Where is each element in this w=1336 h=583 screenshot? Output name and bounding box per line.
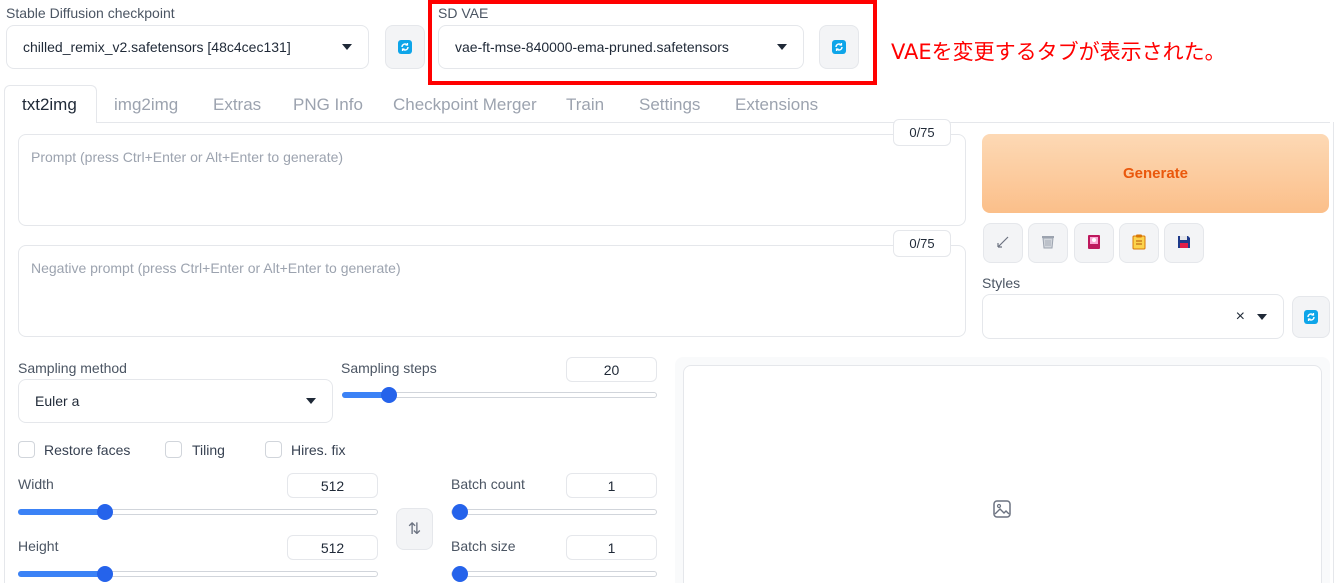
height-slider[interactable] <box>18 566 378 582</box>
hires-fix-checkbox[interactable] <box>265 441 282 458</box>
styles-label: Styles <box>982 275 1021 291</box>
refresh-icon <box>398 40 412 54</box>
height-label: Height <box>18 538 59 554</box>
prompt-token-counter: 0/75 <box>893 119 951 146</box>
sampling-steps-label: Sampling steps <box>341 360 437 376</box>
batch-size-slider[interactable] <box>451 566 657 582</box>
sampling-steps-input[interactable]: 20 <box>566 357 657 382</box>
generate-button[interactable]: Generate <box>982 134 1329 213</box>
image-placeholder-icon <box>992 499 1012 522</box>
checkpoint-refresh-button[interactable] <box>385 25 425 69</box>
trash-button[interactable] <box>1028 223 1068 263</box>
sampling-method-value: Euler a <box>35 393 80 409</box>
swap-dimensions-button[interactable]: ⇅ <box>396 508 433 550</box>
tab-img2img[interactable]: img2img <box>114 95 178 115</box>
arrow-diagonal-icon <box>995 234 1011 253</box>
restore-faces-label: Restore faces <box>44 442 131 458</box>
batch-count-slider[interactable] <box>451 504 657 520</box>
batch-size-input[interactable]: 1 <box>566 535 657 560</box>
floppy-disk-icon <box>1175 233 1193 254</box>
save-style-button[interactable] <box>1164 223 1204 263</box>
width-slider[interactable] <box>18 504 378 520</box>
styles-refresh-button[interactable] <box>1292 296 1330 338</box>
sampling-steps-slider[interactable] <box>342 387 657 403</box>
annotation-text: VAEを変更するタブが表示された。 <box>891 40 1226 64</box>
extra-networks-button[interactable] <box>1074 223 1114 263</box>
negative-prompt-input[interactable]: Negative prompt (press Ctrl+Enter or Alt… <box>18 245 966 337</box>
hires-fix-label: Hires. fix <box>291 442 346 458</box>
prompt-input[interactable]: Prompt (press Ctrl+Enter or Alt+Enter to… <box>18 134 966 226</box>
sampling-method-dropdown[interactable]: Euler a <box>18 379 333 423</box>
checkpoint-value: chilled_remix_v2.safetensors [48c4cec131… <box>23 39 291 55</box>
highlight-box <box>428 0 877 85</box>
tab-train[interactable]: Train <box>566 95 604 115</box>
slider-thumb[interactable] <box>381 387 397 403</box>
tab-png-info[interactable]: PNG Info <box>293 95 363 115</box>
chevron-down-icon <box>342 44 352 50</box>
checkpoint-dropdown[interactable]: chilled_remix_v2.safetensors [48c4cec131… <box>6 25 369 69</box>
sampling-method-label: Sampling method <box>18 360 127 376</box>
batch-size-label: Batch size <box>451 538 516 554</box>
slider-thumb[interactable] <box>97 504 113 520</box>
chevron-down-icon <box>1257 313 1267 320</box>
batch-count-input[interactable]: 1 <box>566 473 657 498</box>
negative-prompt-token-counter: 0/75 <box>893 230 951 257</box>
styles-dropdown[interactable]: × <box>982 294 1284 339</box>
slider-fill <box>18 509 104 515</box>
chevron-down-icon <box>306 398 316 404</box>
slider-fill <box>18 571 104 577</box>
read-params-button[interactable] <box>983 223 1023 263</box>
output-image-area <box>683 365 1322 583</box>
slider-thumb[interactable] <box>97 566 113 582</box>
slider-thumb[interactable] <box>452 504 468 520</box>
width-label: Width <box>18 476 54 492</box>
tab-bar: txt2img img2img Extras PNG Info Checkpoi… <box>0 85 1336 123</box>
slider-thumb[interactable] <box>452 566 468 582</box>
tab-settings[interactable]: Settings <box>639 95 700 115</box>
height-input[interactable]: 512 <box>287 535 378 560</box>
checkpoint-label: Stable Diffusion checkpoint <box>6 5 175 21</box>
trash-icon <box>1039 233 1057 254</box>
batch-count-label: Batch count <box>451 476 525 492</box>
output-panel <box>675 357 1330 583</box>
width-input[interactable]: 512 <box>287 473 378 498</box>
refresh-icon <box>1304 310 1318 324</box>
tab-extras[interactable]: Extras <box>213 95 261 115</box>
tab-txt2img[interactable]: txt2img <box>22 95 77 115</box>
tab-checkpoint-merger[interactable]: Checkpoint Merger <box>393 95 537 115</box>
clear-icon[interactable]: × <box>1236 308 1245 326</box>
prompt-placeholder: Prompt (press Ctrl+Enter or Alt+Enter to… <box>31 149 344 165</box>
apply-style-button[interactable] <box>1119 223 1159 263</box>
negative-prompt-placeholder: Negative prompt (press Ctrl+Enter or Alt… <box>31 260 401 276</box>
picture-card-icon <box>1085 233 1103 254</box>
tiling-checkbox[interactable] <box>165 441 182 458</box>
tab-extensions[interactable]: Extensions <box>735 95 818 115</box>
swap-arrows-icon: ⇅ <box>407 521 422 538</box>
restore-faces-checkbox[interactable] <box>18 441 35 458</box>
tiling-label: Tiling <box>192 442 225 458</box>
clipboard-icon <box>1130 233 1148 254</box>
